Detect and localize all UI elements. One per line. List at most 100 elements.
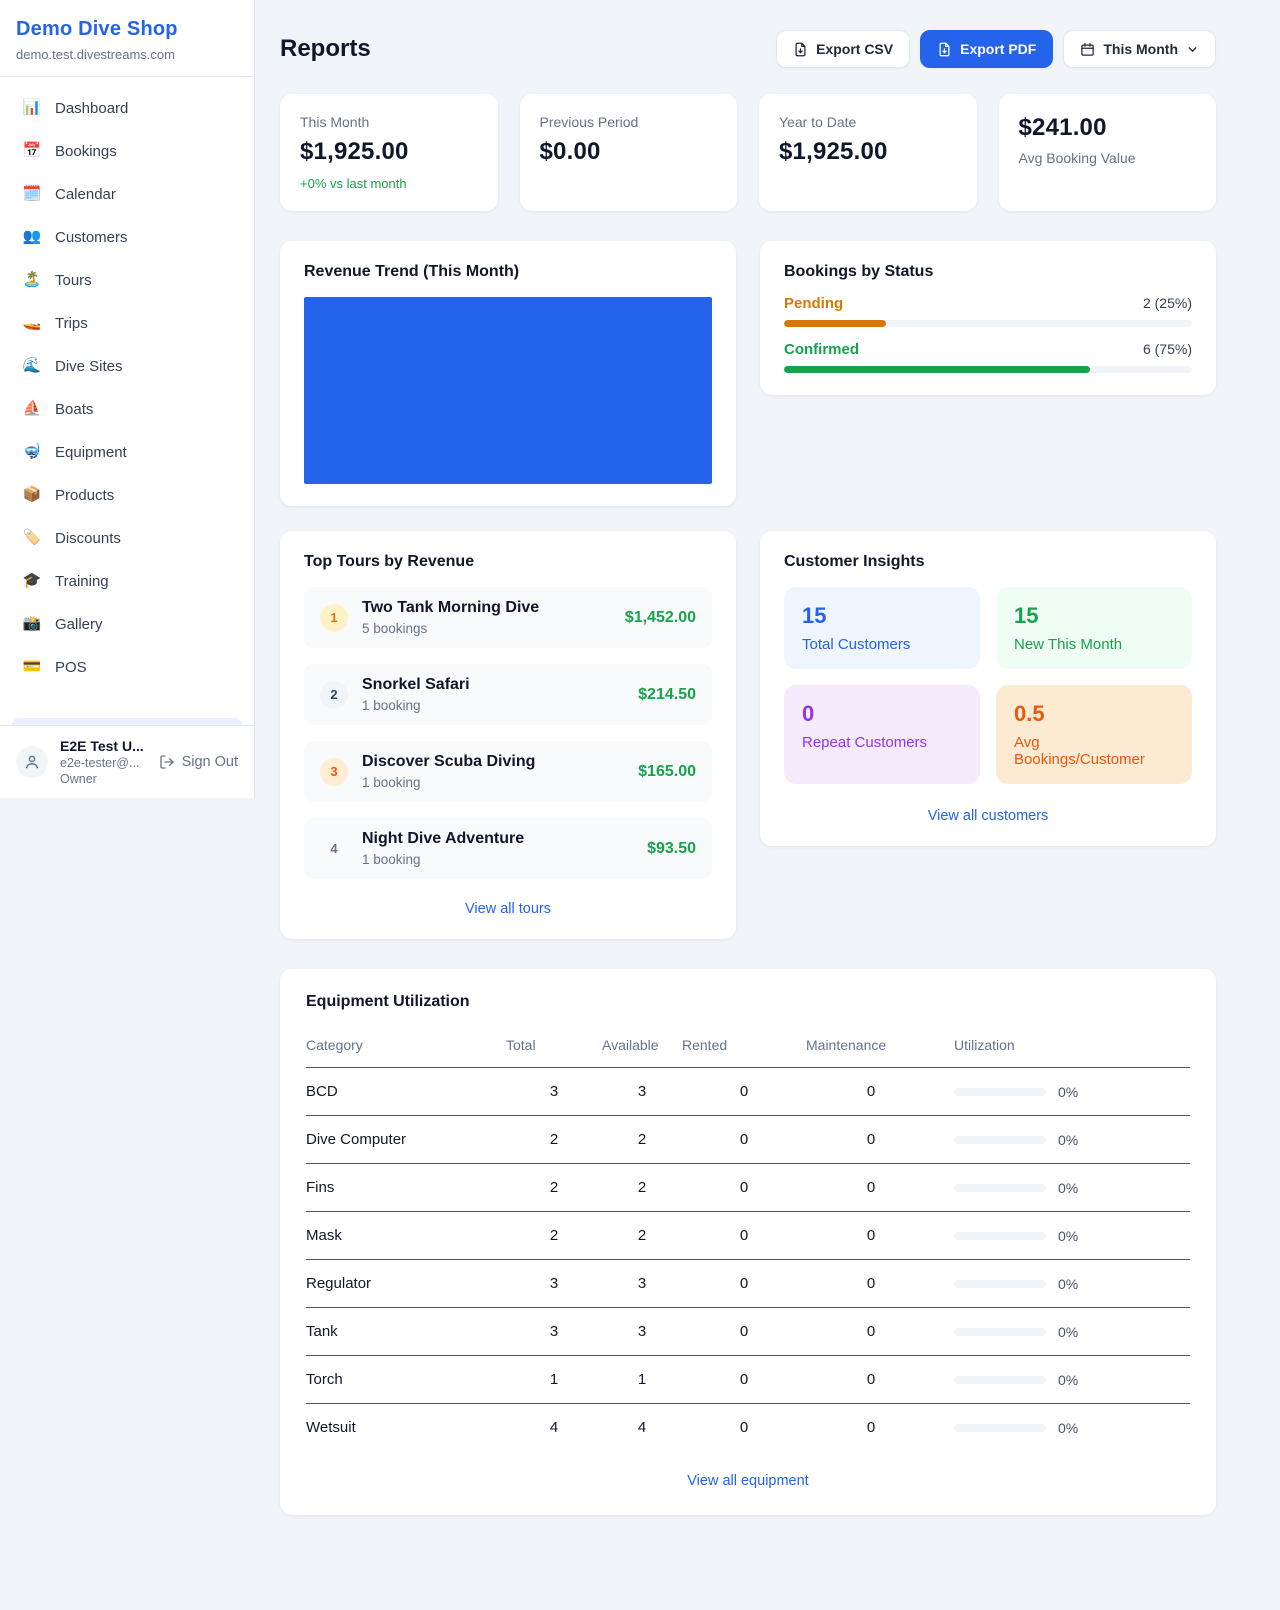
col-total: Total xyxy=(506,1029,602,1068)
period-select[interactable]: This Month xyxy=(1063,30,1216,68)
sidebar-item[interactable]: 🤿 Equipment xyxy=(12,435,242,469)
page-title: Reports xyxy=(280,35,371,63)
period-label: This Month xyxy=(1103,41,1178,57)
table-row: BCD 3 3 0 0 0% xyxy=(306,1068,1190,1116)
utilization-cell: 0% xyxy=(936,1372,1190,1388)
sidebar-item[interactable]: 🎓 Training xyxy=(12,564,242,598)
cell-rented: 0 xyxy=(682,1356,806,1404)
top-tours-title: Top Tours by Revenue xyxy=(304,553,712,571)
sidebar-item-reports-partial[interactable] xyxy=(12,718,242,725)
stat-value: $241.00 xyxy=(1019,114,1197,142)
shop-domain: demo.test.divestreams.com xyxy=(16,47,238,62)
stat-label: Previous Period xyxy=(540,114,718,130)
utilization-cell: 0% xyxy=(936,1084,1190,1100)
view-all-customers-link[interactable]: View all customers xyxy=(784,808,1192,824)
utilization-bar xyxy=(954,1424,1046,1432)
tour-bookings: 1 booking xyxy=(362,852,633,867)
brand-block: Demo Dive Shop demo.test.divestreams.com xyxy=(0,0,254,77)
sidebar-item[interactable]: ⛵ Boats xyxy=(12,392,242,426)
revenue-trend-chart xyxy=(304,297,712,484)
utilization-bar xyxy=(954,1232,1046,1240)
tour-row: 3 Discover Scuba Diving 1 booking $165.0… xyxy=(304,741,712,802)
bookings-by-status-title: Bookings by Status xyxy=(784,263,1192,281)
cell-total: 2 xyxy=(506,1212,602,1260)
sidebar-item[interactable]: 📸 Gallery xyxy=(12,607,242,641)
export-pdf-button[interactable]: Export PDF xyxy=(920,30,1053,68)
nav-item-label: Dashboard xyxy=(55,100,128,117)
sidebar-item[interactable]: 🏷️ Discounts xyxy=(12,521,242,555)
tour-name: Discover Scuba Diving xyxy=(362,753,624,771)
cell-rented: 0 xyxy=(682,1164,806,1212)
sidebar-item[interactable]: 📊 Dashboard xyxy=(12,91,242,125)
status-progress-fill xyxy=(784,366,1090,373)
table-row: Regulator 3 3 0 0 0% xyxy=(306,1260,1190,1308)
table-row: Dive Computer 2 2 0 0 0% xyxy=(306,1116,1190,1164)
stats-row: This Month $1,925.00 +0% vs last month P… xyxy=(280,94,1216,211)
nav-item-label: Equipment xyxy=(55,444,127,461)
top-tours-card: Top Tours by Revenue 1 Two Tank Morning … xyxy=(280,531,736,939)
insight-grid: 15 Total Customers 15 New This Month 0 R… xyxy=(784,587,1192,784)
utilization-percent: 0% xyxy=(1058,1228,1078,1244)
view-all-equipment-link[interactable]: View all equipment xyxy=(306,1473,1190,1489)
sidebar-item[interactable]: 👥 Customers xyxy=(12,220,242,254)
stat-label: Avg Booking Value xyxy=(1019,150,1197,166)
tour-amount: $1,452.00 xyxy=(625,609,696,627)
export-file-icon xyxy=(937,42,952,57)
status-label: Pending xyxy=(784,295,843,312)
cell-maintenance: 0 xyxy=(806,1068,936,1116)
stat-label: This Month xyxy=(300,114,478,130)
person-icon xyxy=(23,753,41,771)
tour-list: 1 Two Tank Morning Dive 5 bookings $1,45… xyxy=(304,587,712,879)
nav-item-label: Boats xyxy=(55,401,93,418)
utilization-cell: 0% xyxy=(936,1228,1190,1244)
equipment-utilization-title: Equipment Utilization xyxy=(306,993,1190,1011)
insight-value: 15 xyxy=(1014,603,1174,629)
equipment-table-body: BCD 3 3 0 0 0% Dive xyxy=(306,1068,1190,1452)
sign-out-label: Sign Out xyxy=(182,754,238,770)
nav-item-label: Products xyxy=(55,487,114,504)
utilization-percent: 0% xyxy=(1058,1324,1078,1340)
nav-item-label: POS xyxy=(55,659,87,676)
utilization-bar xyxy=(954,1088,1046,1096)
utilization-percent: 0% xyxy=(1058,1180,1078,1196)
insight-value: 0.5 xyxy=(1014,701,1174,727)
sign-out-button[interactable]: Sign Out xyxy=(159,754,238,770)
table-row: Fins 2 2 0 0 0% xyxy=(306,1164,1190,1212)
sidebar-item[interactable]: 📅 Bookings xyxy=(12,134,242,168)
shop-name: Demo Dive Shop xyxy=(16,18,238,41)
utilization-bar xyxy=(954,1136,1046,1144)
table-row: Wetsuit 4 4 0 0 0% xyxy=(306,1404,1190,1452)
customer-insights-card: Customer Insights 15 Total Customers 15 … xyxy=(760,531,1216,846)
status-count: 2 (25%) xyxy=(1143,295,1192,311)
sidebar-item[interactable]: 🌊 Dive Sites xyxy=(12,349,242,383)
cell-total: 2 xyxy=(506,1116,602,1164)
nav-item-icon: 📊 xyxy=(22,99,42,117)
nav-item-icon: 🎓 xyxy=(22,572,42,590)
utilization-bar xyxy=(954,1184,1046,1192)
insight-tile: 0 Repeat Customers xyxy=(784,685,980,784)
tour-amount: $165.00 xyxy=(638,763,696,781)
tour-row: 2 Snorkel Safari 1 booking $214.50 xyxy=(304,664,712,725)
cell-total: 3 xyxy=(506,1308,602,1356)
sidebar-item[interactable]: 📦 Products xyxy=(12,478,242,512)
view-all-tours-link[interactable]: View all tours xyxy=(304,901,712,917)
cell-available: 3 xyxy=(602,1308,682,1356)
utilization-percent: 0% xyxy=(1058,1276,1078,1292)
tour-row: 4 Night Dive Adventure 1 booking $93.50 xyxy=(304,818,712,879)
cell-maintenance: 0 xyxy=(806,1260,936,1308)
export-csv-button[interactable]: Export CSV xyxy=(776,30,910,68)
sidebar-item[interactable]: 💳 POS xyxy=(12,650,242,684)
status-progress-fill xyxy=(784,320,886,327)
sidebar-item[interactable]: 🏝️ Tours xyxy=(12,263,242,297)
insight-value: 15 xyxy=(802,603,962,629)
col-maintenance: Maintenance xyxy=(806,1029,936,1068)
cell-maintenance: 0 xyxy=(806,1212,936,1260)
customer-insights-title: Customer Insights xyxy=(784,553,1192,571)
bookings-by-status-card: Bookings by Status Pending 2 (25%) xyxy=(760,241,1216,395)
sidebar-item[interactable]: 🚤 Trips xyxy=(12,306,242,340)
sidebar-item[interactable]: 🗓️ Calendar xyxy=(12,177,242,211)
cell-rented: 0 xyxy=(682,1260,806,1308)
insight-tile: 15 New This Month xyxy=(996,587,1192,669)
revenue-trend-title: Revenue Trend (This Month) xyxy=(304,263,712,281)
utilization-cell: 0% xyxy=(936,1132,1190,1148)
